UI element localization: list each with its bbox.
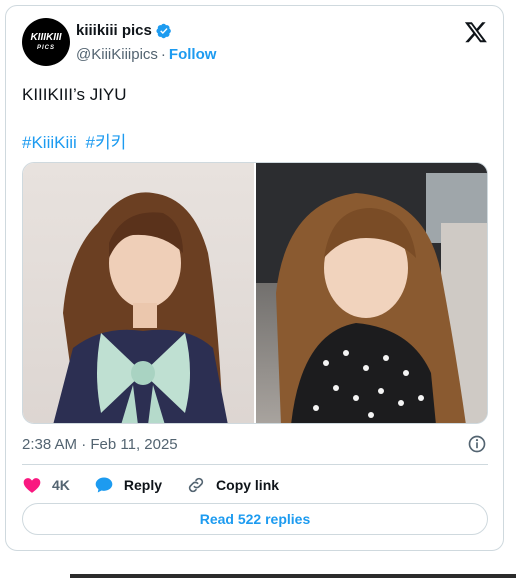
avatar[interactable]: KIIIKIII PICS [22, 18, 70, 66]
hashtags: #KiiiKiii #키키 [22, 128, 130, 153]
reply-icon [95, 477, 113, 493]
bottom-edge-bar [70, 574, 516, 578]
tweet-card: KIIIKIII PICS kiiikiii pics @KiiiKiiipic… [5, 5, 504, 551]
heart-icon [23, 478, 41, 493]
photo-2[interactable] [256, 163, 487, 423]
avatar-subtext: PICS [36, 45, 55, 51]
separator: · [160, 46, 166, 63]
hashtag-link[interactable]: #키키 [86, 133, 127, 152]
like-count: 4K [52, 477, 70, 493]
read-replies-button[interactable]: Read 522 replies [22, 503, 488, 535]
follow-button[interactable]: Follow [169, 46, 217, 63]
reply-button[interactable]: Reply [94, 475, 162, 495]
copy-link-label: Copy link [216, 477, 280, 493]
display-name[interactable]: kiiikiii pics [76, 22, 152, 39]
timestamp[interactable]: 2:38 AM · Feb 11, 2025 [22, 436, 178, 453]
verified-icon [156, 23, 171, 38]
tweet-text: KIIIKIII’s JIYU [22, 85, 127, 104]
divider [22, 464, 488, 465]
like-button[interactable]: 4K [22, 475, 70, 495]
photo-1-illustration [53, 192, 228, 423]
copy-link-button[interactable]: Copy link [186, 475, 279, 495]
photo-2-illustration [256, 163, 487, 423]
photo-1[interactable] [23, 163, 254, 423]
info-icon[interactable] [467, 434, 487, 454]
x-logo-icon[interactable] [464, 20, 488, 44]
reply-label: Reply [123, 477, 163, 493]
action-bar: 4K Reply Copy link [22, 474, 303, 496]
link-icon [188, 477, 204, 493]
hashtag-link[interactable]: #KiiiKiii [22, 133, 77, 152]
handle-row: @KiiiKiiipics · Follow [76, 46, 216, 63]
handle[interactable]: @KiiiKiiipics [76, 46, 158, 63]
avatar-text: KIIIKIII [30, 32, 62, 43]
media-grid[interactable] [22, 162, 488, 424]
author-name-row: kiiikiii pics [76, 22, 172, 39]
